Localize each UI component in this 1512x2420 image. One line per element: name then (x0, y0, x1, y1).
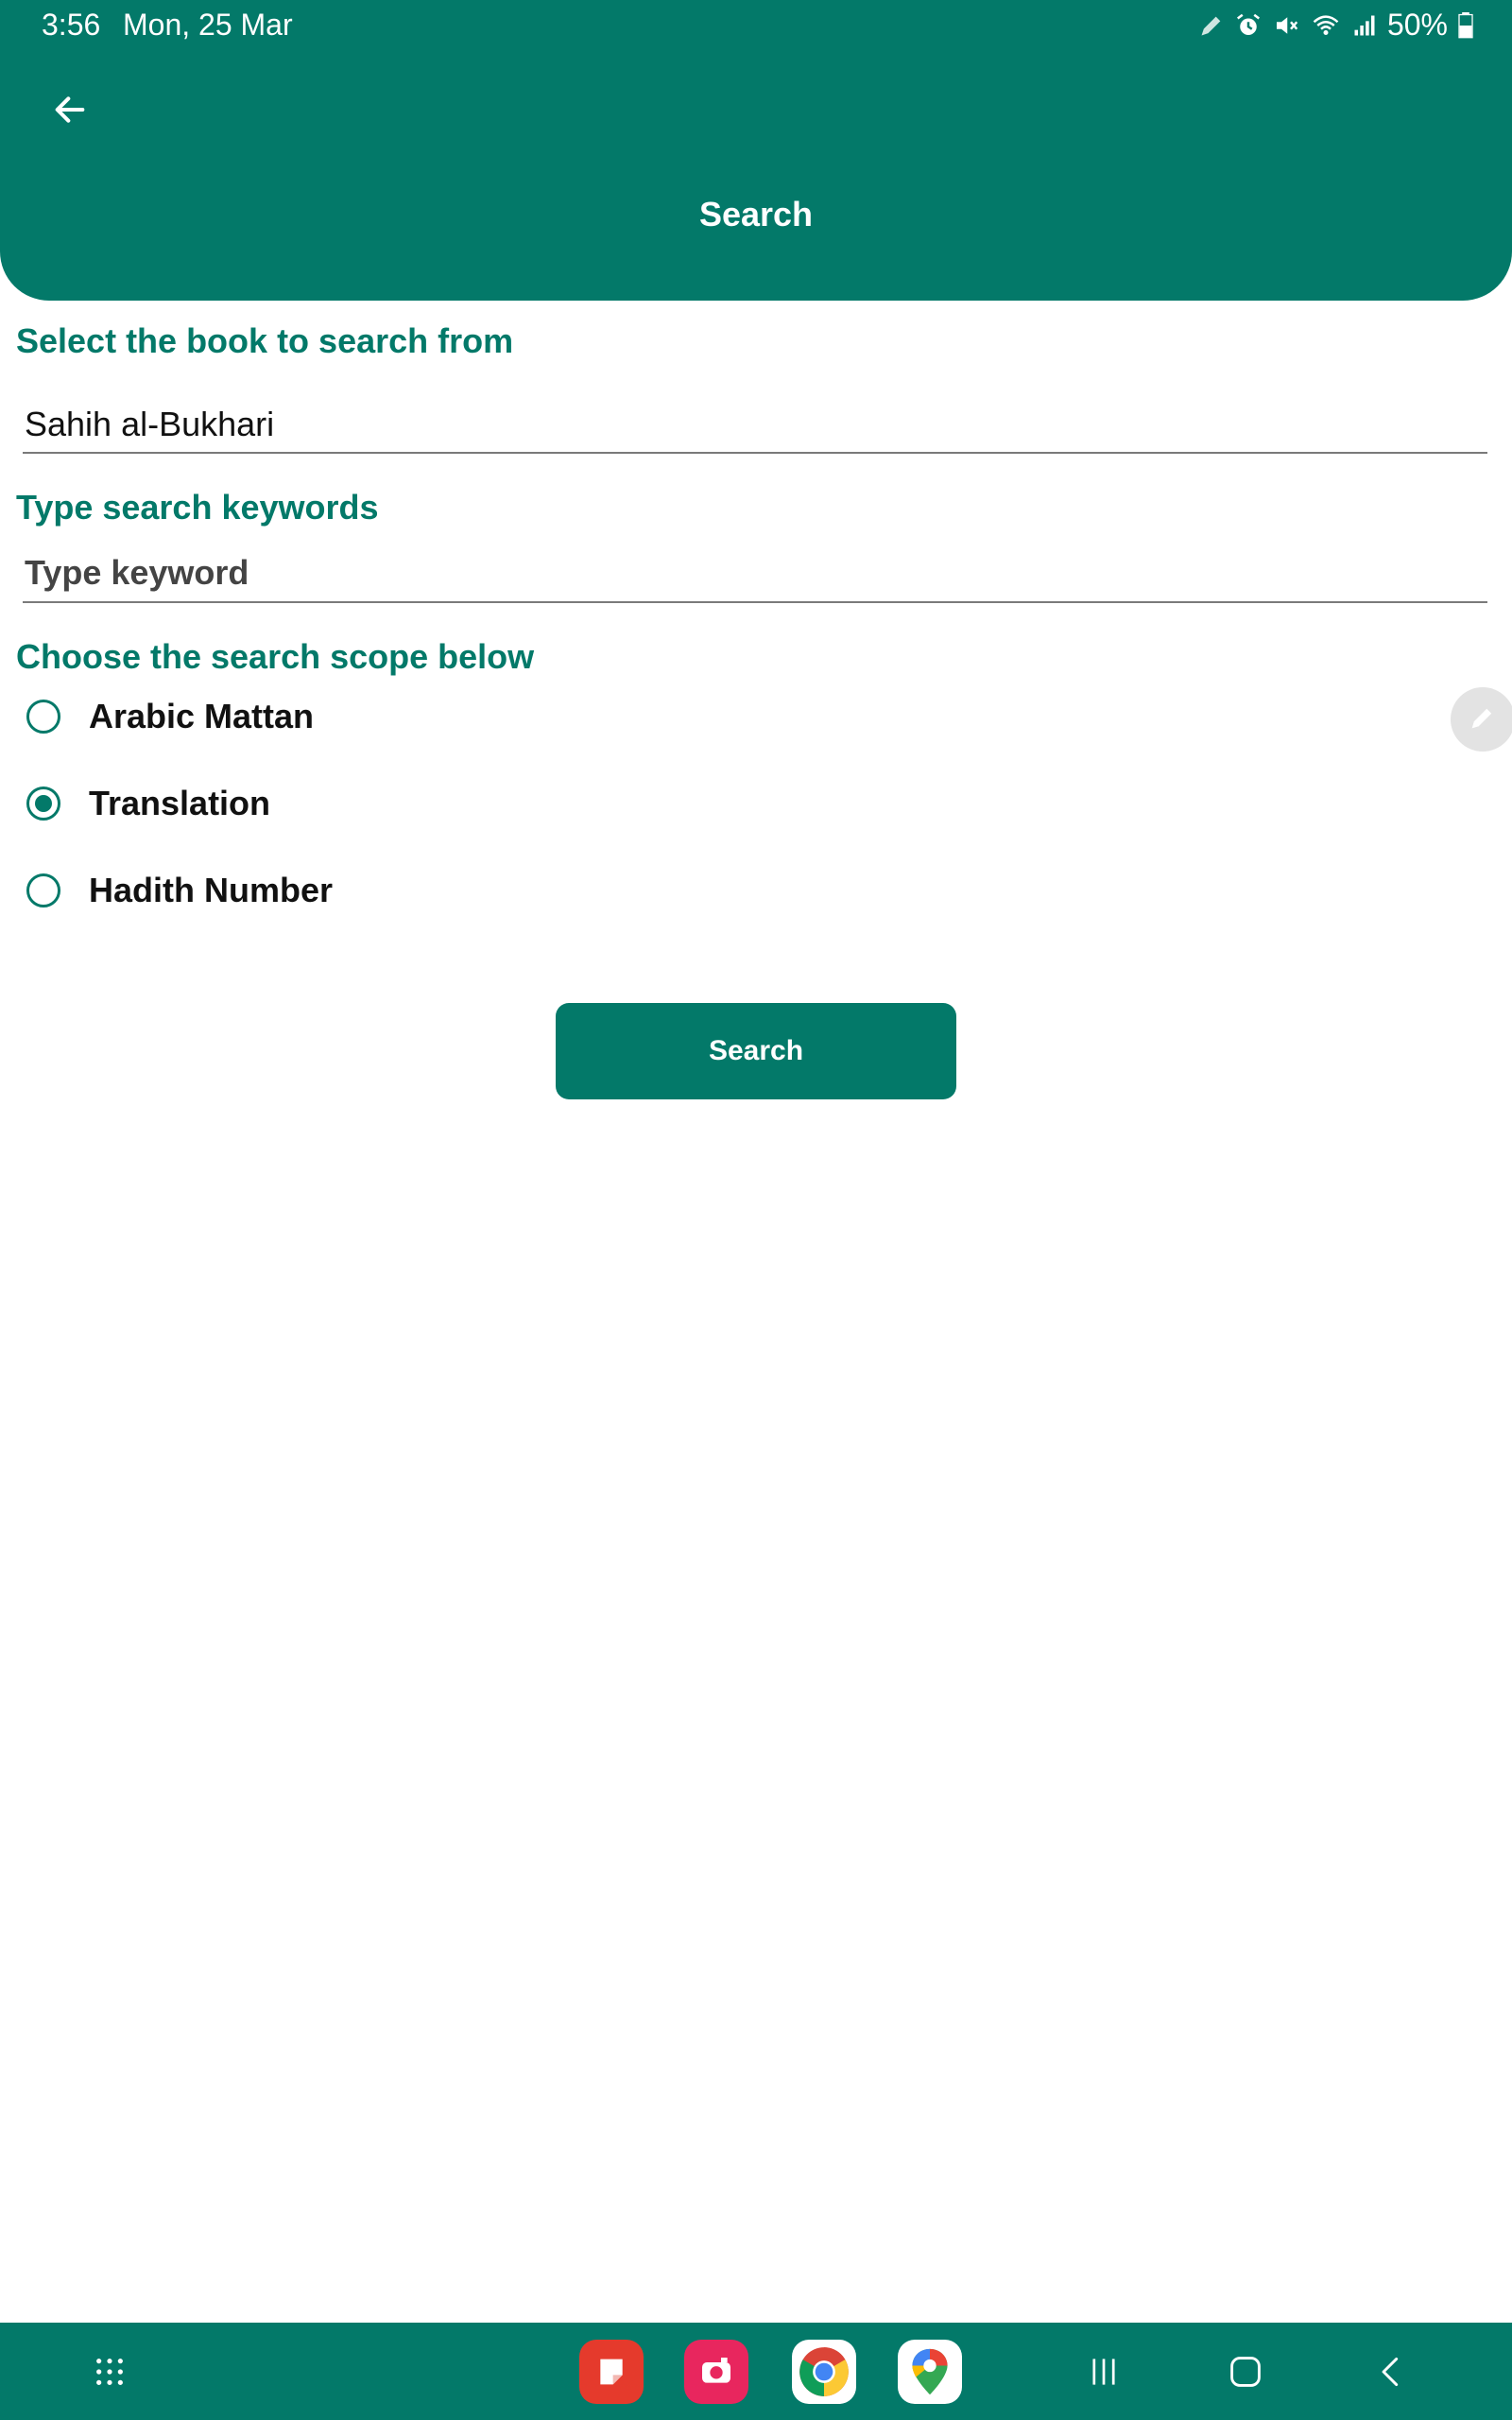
alarm-icon (1234, 11, 1263, 40)
page-title: Search (698, 195, 814, 233)
samsung-notes-icon[interactable] (579, 2340, 644, 2404)
status-date: Mon, 25 Mar (123, 8, 293, 42)
battery-percent: 50% (1386, 8, 1448, 42)
home-icon[interactable] (1227, 2338, 1264, 2406)
keyword-section-label: Type search keywords (16, 488, 379, 527)
battery-icon (1457, 11, 1474, 39)
app-header: 3:56 Mon, 25 Mar 50% Search (0, 0, 1512, 301)
pencil-icon (1467, 701, 1499, 738)
nav-back-icon[interactable] (1372, 2338, 1410, 2406)
radio-button-selected[interactable] (26, 786, 60, 821)
wifi-icon (1310, 11, 1342, 40)
radio-label: Hadith Number (89, 871, 334, 909)
camera-icon[interactable] (684, 2340, 748, 2404)
radio-hadith-number[interactable]: Hadith Number (26, 862, 333, 919)
status-bar: 3:56 Mon, 25 Mar 50% (0, 0, 1512, 49)
radio-label: Translation (89, 784, 271, 822)
book-select[interactable]: Sahih al-Bukhari (23, 395, 1487, 454)
scope-section-label: Choose the search scope below (16, 637, 535, 676)
edit-floating-button[interactable] (1451, 687, 1512, 752)
arrow-left-icon (51, 91, 89, 133)
radio-label: Arabic Mattan (89, 697, 315, 735)
status-time: 3:56 (42, 8, 101, 42)
keyword-input[interactable] (23, 544, 1487, 601)
selected-book: Sahih al-Bukhari (25, 405, 275, 443)
radio-button[interactable] (26, 700, 60, 734)
mute-icon (1272, 11, 1300, 40)
back-button[interactable] (45, 87, 94, 136)
radio-button[interactable] (26, 873, 60, 908)
maps-icon[interactable] (898, 2340, 962, 2404)
status-icons: 50% (1198, 8, 1474, 43)
app-drawer-icon[interactable] (91, 2338, 129, 2406)
navigation-bar (0, 2323, 1512, 2420)
radio-translation[interactable]: Translation (26, 775, 270, 832)
search-button[interactable]: Search (556, 1003, 956, 1099)
book-section-label: Select the book to search from (16, 321, 514, 360)
signal-icon (1351, 12, 1378, 39)
recents-icon[interactable] (1085, 2338, 1123, 2406)
chrome-icon[interactable] (792, 2340, 856, 2404)
radio-arabic-mattan[interactable]: Arabic Mattan (26, 688, 314, 745)
pencil-icon (1198, 12, 1225, 39)
keyword-field[interactable] (23, 544, 1487, 603)
